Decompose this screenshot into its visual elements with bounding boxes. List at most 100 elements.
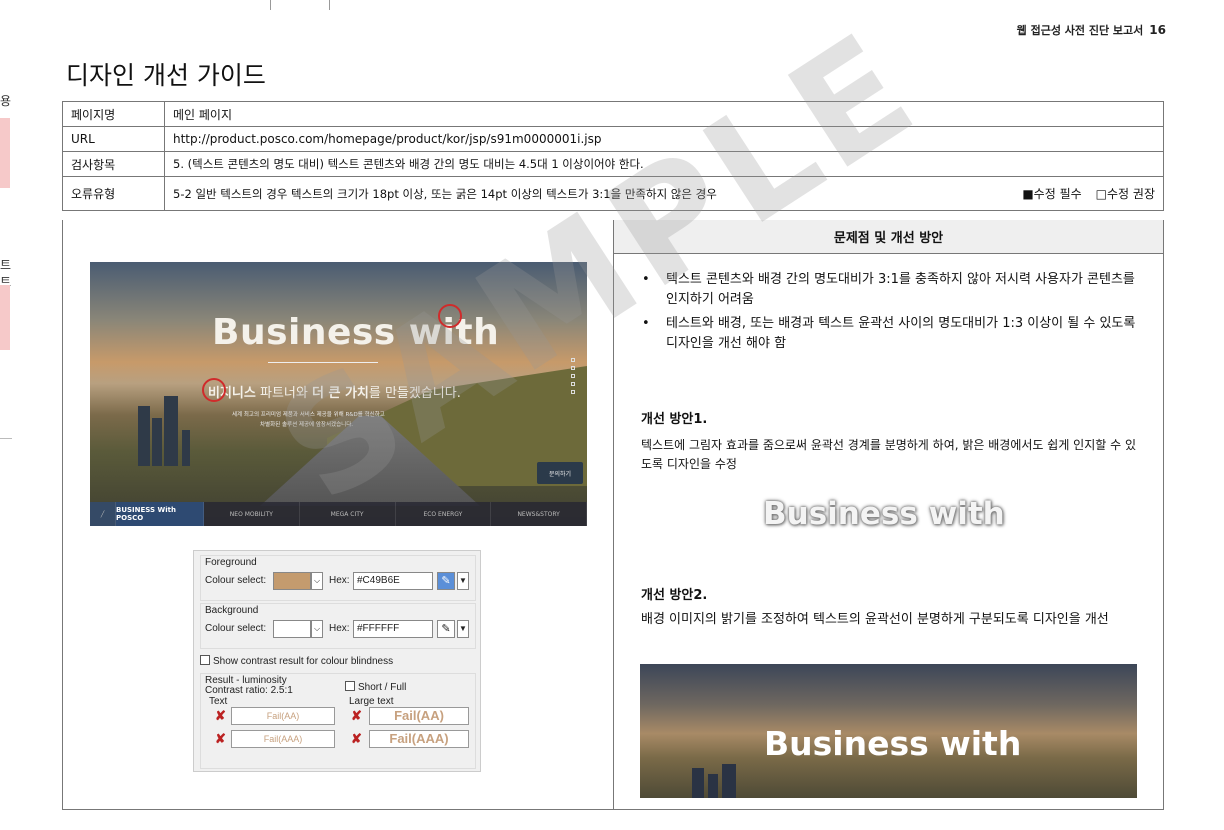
background-hex-field: #FFFFFF [353,620,433,638]
adjacent-page-rule [0,438,12,439]
row-label: 오류유형 [62,176,165,211]
list-item: 테스트와 배경, 또는 배경과 텍스트 윤곽선 사이의 명도대비가 1:3 이상… [638,314,1138,354]
background-swatch [273,620,311,638]
row-label: 페이지명 [62,101,165,127]
text-label: Text [209,696,228,707]
hero-divider [268,362,378,363]
colour-select-label: Colour select: [205,623,267,634]
row-value: 메인 페이지 [164,101,1164,127]
plan1-sample-text: Business with [763,496,1005,532]
nav-item: MEGA CITY [300,502,396,526]
problem-list: 텍스트 콘텐츠와 배경 간의 명도대비가 3:1를 충족하지 않아 저시력 사용… [638,270,1138,358]
plan2-body: 배경 이미지의 밝기를 조정하여 텍스트의 윤곽선이 분명하게 구분되도록 디자… [641,612,1109,627]
hero-building [692,768,704,798]
nav-item: BUSINESS With POSCO [116,502,204,526]
nav-item: ECO ENERGY [396,502,492,526]
checkbox-icon [345,681,355,691]
list-item: 텍스트 콘텐츠와 배경 간의 명도대비가 3:1를 충족하지 않아 저시력 사용… [638,270,1138,310]
large-aa-result: Fail(AA) [369,707,469,725]
foreground-group: Foreground Colour select: ⌵ Hex: #C49B6E… [200,555,476,601]
problem-circle-marker [202,378,226,402]
table-row: 페이지명 메인 페이지 [62,101,1164,127]
caret-down-icon: ▼ [457,572,469,590]
hero-building [708,774,718,798]
hero-building [152,418,162,466]
fail-x-icon: ✘ [351,731,362,746]
fail-x-icon: ✘ [351,708,362,723]
nav-item: NEWS&STORY [491,502,587,526]
short-full-option: Short / Full [345,681,406,693]
row-label: 검사항목 [62,151,165,177]
text-aaa-result: Fail(AAA) [231,730,335,748]
chevron-down-icon: ⌵ [311,620,323,638]
checkbox-icon [200,655,210,665]
background-group: Background Colour select: ⌵ Hex: #FFFFFF… [200,603,476,649]
contrast-ratio: Contrast ratio: 2.5:1 [205,685,293,696]
fail-x-icon: ✘ [215,731,226,746]
report-title: 웹 접근성 사전 진단 보고서 [1016,24,1144,37]
large-aaa-result: Fail(AAA) [369,730,469,748]
row-value: 5-2 일반 텍스트의 경우 텍스트의 크기가 18pt 이상, 또는 굵은 1… [164,176,1164,211]
plan1-title: 개선 방안1. [641,412,708,427]
row-value: 5. (텍스트 콘텐츠의 명도 대비) 텍스트 콘텐츠와 배경 간의 명도 대비… [164,151,1164,177]
background-label: Background [205,605,259,616]
hero-sub-post: 를 만들겠습니다. [368,386,461,401]
nav-icon: ╱ [90,502,116,526]
table-row: 검사항목 5. (텍스트 콘텐츠의 명도 대비) 텍스트 콘텐츠와 배경 간의 … [62,151,1164,177]
info-table: 페이지명 메인 페이지 URL http://product.posco.com… [62,101,1164,211]
blindness-option: Show contrast result for colour blindnes… [200,655,393,667]
foreground-label: Foreground [205,557,257,568]
consult-button: 문의하기 [537,462,583,484]
contrast-analyser-screenshot: Foreground Colour select: ⌵ Hex: #C49B6E… [193,550,481,772]
hero-sub-bold2: 더 큰 가치 [311,386,369,401]
hero-small-line: 차별화된 솔루션 제공에 앞장서겠습니다. [260,422,354,428]
error-type-text: 5-2 일반 텍스트의 경우 텍스트의 크기가 18pt 이상, 또는 굵은 1… [173,186,717,201]
plan2-sample-image: Business with [640,664,1137,798]
page-header: 웹 접근성 사전 진단 보고서 16 [1017,22,1166,38]
column-divider [613,220,614,809]
hero-building [182,430,190,466]
plan1-body: 텍스트에 그림자 효과를 줌으로써 윤곽선 경계를 분명하게 하여, 밝은 배경… [641,438,1137,471]
check-recommended: □수정 권장 [1095,187,1155,201]
hero-navbar: ╱ BUSINESS With POSCO NEO MOBILITY MEGA … [90,502,587,526]
severity-checks: ■수정 필수 □수정 권장 [1022,185,1155,202]
eyedropper-icon: ✎ [437,572,455,590]
content-panel: 문제점 및 개선 방안 Business with 비지니스 파트너와 더 큰 … [62,220,1164,810]
hex-label: Hex: [329,623,350,634]
url-value: http://product.posco.com/homepage/produc… [164,126,1164,152]
hex-label: Hex: [329,575,350,586]
hero-building [164,396,178,466]
blindness-label: Show contrast result for colour blindnes… [213,656,394,667]
hero-screenshot: Business with 비지니스 파트너와 더 큰 가치를 만들겠습니다. … [90,262,587,526]
page-number: 16 [1149,23,1166,37]
nav-item: NEO MOBILITY [204,502,300,526]
adjacent-page-edge: 용 트트 [0,0,12,830]
page-title: 디자인 개선 가이드 [66,61,266,90]
adjacent-page-highlight [0,285,10,350]
foreground-swatch [273,572,311,590]
chevron-down-icon: ⌵ [311,572,323,590]
hero-sub-mid: 파트너와 [255,386,312,401]
adjacent-page-highlight [0,118,10,188]
large-text-label: Large text [349,696,394,707]
adjacent-page-fragment: 용 [0,94,12,108]
hero-subline: 비지니스 파트너와 더 큰 가치를 만들겠습니다. [208,382,461,401]
check-required: ■수정 필수 [1022,187,1082,201]
hero-building [722,764,736,798]
plan2-sample-text: Business with [764,724,1022,763]
short-full-label: Short / Full [358,682,407,693]
colour-select-label: Colour select: [205,575,267,586]
row-label: URL [62,126,165,152]
plan2-title: 개선 방안2. [641,588,708,603]
result-group: Result - luminosity Contrast ratio: 2.5:… [200,673,476,769]
table-row: URL http://product.posco.com/homepage/pr… [62,126,1164,152]
top-margin-marks [270,0,330,10]
problem-circle-marker [438,304,462,328]
foreground-hex-field: #C49B6E [353,572,433,590]
table-row: 오류유형 5-2 일반 텍스트의 경우 텍스트의 크기가 18pt 이상, 또는… [62,176,1164,211]
fail-x-icon: ✘ [215,708,226,723]
text-aa-result: Fail(AA) [231,707,335,725]
slide-indicator [571,358,575,398]
problem-header: 문제점 및 개선 방안 [614,220,1163,254]
eyedropper-icon: ✎ [437,620,455,638]
